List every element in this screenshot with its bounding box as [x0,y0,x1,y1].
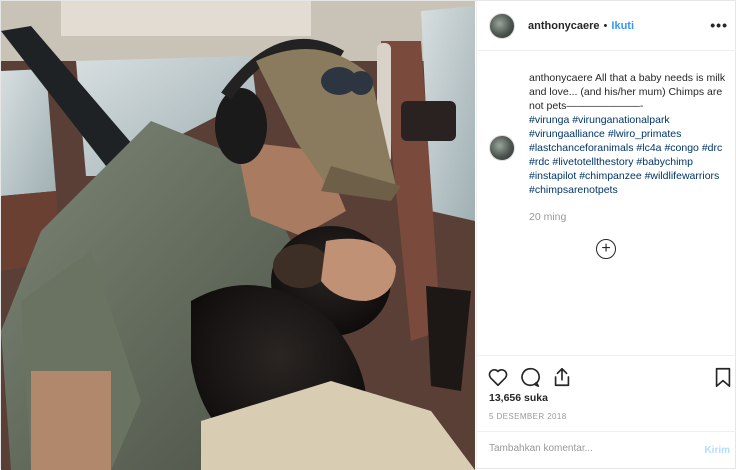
username-link[interactable]: anthonycaere [528,20,600,32]
post-sidebar: anthonycaere • Ikuti ••• anthonycaere Al… [476,1,736,470]
hashtag-link[interactable]: #lc4a [636,142,661,154]
follow-button[interactable]: Ikuti [611,20,634,32]
post-header: anthonycaere • Ikuti ••• [477,1,736,51]
comment-input[interactable] [489,443,689,454]
hashtag-link[interactable]: #chimpanzee [579,170,641,182]
more-options-icon[interactable]: ••• [710,17,728,33]
action-bar [477,355,736,395]
heart-icon[interactable] [487,366,509,388]
caption-avatar[interactable] [489,135,515,161]
bookmark-icon[interactable] [712,366,734,388]
post-photo[interactable] [1,1,475,470]
hashtag-link[interactable]: #lwiro_primates [608,128,682,140]
caption-username[interactable]: anthonycaere [529,72,593,84]
hashtag-link[interactable]: #congo [664,142,698,154]
comment-icon[interactable] [519,366,541,388]
hashtag-link[interactable]: #virungaalliance [529,128,605,140]
hashtag-link[interactable]: #virunganationalpark [572,114,669,126]
instagram-post: anthonycaere • Ikuti ••• anthonycaere Al… [0,0,736,470]
hashtag-link[interactable]: #drc [702,142,722,154]
separator-dot: • [603,19,608,32]
hashtag-link[interactable]: #babychimp [636,156,693,168]
hashtag-link[interactable]: #rdc [529,156,549,168]
load-more-comments-button[interactable]: + [596,239,616,259]
hashtag-link[interactable]: #chimpsarenotpets [529,184,618,196]
time-ago: 20 ming [529,211,567,223]
likes-count[interactable]: 13,656 suka [489,392,548,404]
caption-text: anthonycaere All that a baby needs is mi… [529,71,734,197]
hashtag-link[interactable]: #lastchanceforanimals [529,142,633,154]
post-comment-button[interactable]: Kirim [704,445,730,456]
hashtag-link[interactable]: #wildlifewarriors [645,170,720,182]
photo-illustration [1,1,475,470]
hashtag-link[interactable]: #livetotellthestory [552,156,633,168]
hashtag-link[interactable]: #instapilot [529,170,576,182]
avatar[interactable] [489,12,515,39]
caption-hashtags: #virunga #virunganationalpark #virungaal… [529,114,722,196]
share-icon[interactable] [551,366,573,388]
hashtag-link[interactable]: #virunga [529,114,569,126]
comment-box: Kirim [477,431,736,470]
post-date: 5 DESEMBER 2018 [489,412,567,421]
